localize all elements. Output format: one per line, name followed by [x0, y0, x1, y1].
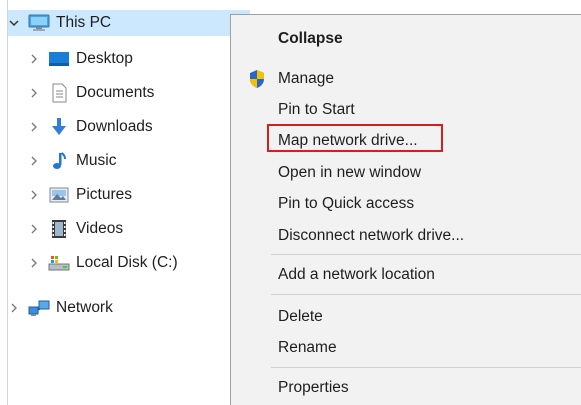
network-icon — [28, 298, 50, 318]
nav-item-label: Network — [56, 299, 113, 316]
menu-item-collapse[interactable]: Collapse — [278, 29, 343, 49]
menu-item-rename[interactable]: Rename — [278, 338, 337, 358]
nav-item-documents[interactable]: Documents — [28, 80, 154, 106]
nav-item-local-disk-c[interactable]: Local Disk (C:) — [28, 250, 178, 276]
chevron-right-icon[interactable] — [8, 302, 20, 314]
chevron-right-icon[interactable] — [28, 155, 40, 167]
nav-item-label: Videos — [76, 220, 124, 237]
documents-icon — [48, 83, 70, 103]
nav-item-music[interactable]: Music — [28, 148, 116, 174]
nav-item-network[interactable]: Network — [8, 295, 113, 321]
menu-separator — [271, 367, 581, 368]
menu-item-map-network-drive[interactable]: Map network drive... — [278, 131, 418, 151]
nav-item-label: Desktop — [76, 50, 133, 67]
nav-item-label: Pictures — [76, 186, 132, 203]
local-disk-icon — [48, 253, 70, 273]
file-explorer-screenshot: This PC Desktop Documents Downloads Musi… — [0, 0, 581, 405]
menu-item-properties[interactable]: Properties — [278, 378, 349, 398]
videos-icon — [48, 219, 70, 239]
navigation-pane-border — [7, 0, 8, 405]
nav-item-pictures[interactable]: Pictures — [28, 182, 132, 208]
nav-item-label: This PC — [56, 14, 112, 31]
menu-item-open-in-new-window[interactable]: Open in new window — [278, 163, 421, 183]
this-pc-icon — [28, 13, 50, 33]
menu-item-delete[interactable]: Delete — [278, 307, 323, 327]
downloads-icon — [48, 117, 70, 137]
desktop-icon — [48, 49, 70, 69]
nav-item-label: Documents — [76, 84, 155, 101]
nav-item-this-pc[interactable]: This PC — [8, 10, 250, 36]
menu-item-disconnect-network-drive[interactable]: Disconnect network drive... — [278, 226, 464, 246]
uac-shield-icon — [250, 70, 264, 88]
menu-item-manage[interactable]: Manage — [278, 69, 334, 89]
chevron-down-icon[interactable] — [8, 17, 20, 29]
chevron-right-icon[interactable] — [28, 223, 40, 235]
menu-item-add-network-location[interactable]: Add a network location — [278, 265, 435, 285]
nav-item-desktop[interactable]: Desktop — [28, 46, 133, 72]
nav-item-label: Local Disk (C:) — [76, 254, 178, 271]
music-icon — [48, 151, 70, 171]
menu-item-pin-to-start[interactable]: Pin to Start — [278, 100, 355, 120]
menu-item-pin-to-quick-access[interactable]: Pin to Quick access — [278, 194, 414, 214]
pictures-icon — [48, 185, 70, 205]
chevron-right-icon[interactable] — [28, 87, 40, 99]
chevron-right-icon[interactable] — [28, 53, 40, 65]
chevron-right-icon[interactable] — [28, 189, 40, 201]
menu-separator — [271, 294, 581, 295]
nav-item-label: Music — [76, 152, 117, 169]
nav-item-downloads[interactable]: Downloads — [28, 114, 153, 140]
nav-item-videos[interactable]: Videos — [28, 216, 123, 242]
chevron-right-icon[interactable] — [28, 257, 40, 269]
menu-separator — [271, 254, 581, 255]
chevron-right-icon[interactable] — [28, 121, 40, 133]
context-menu: Collapse Manage Pin to Start Map network… — [230, 14, 581, 405]
nav-item-label: Downloads — [76, 118, 153, 135]
